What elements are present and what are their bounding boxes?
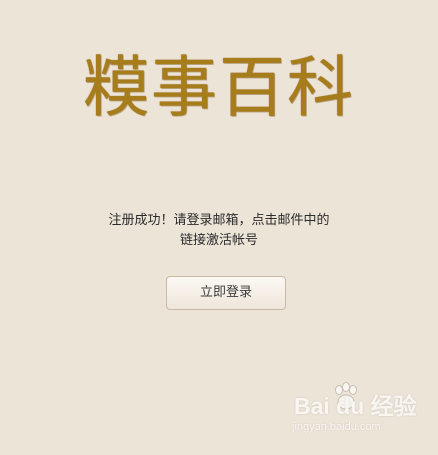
success-message-line-1: 注册成功！请登录邮箱，点击邮件中的 [108, 213, 330, 228]
success-message: 注册成功！请登录邮箱，点击邮件中的 链接激活帐号 [0, 211, 438, 251]
register-success-page: 糢事百科 注册成功！请登录邮箱，点击邮件中的 链接激活帐号 立即登录 Bai d… [0, 0, 438, 455]
baidu-jingyan-watermark: Bai du 经验 jingyan.baidu.com [292, 382, 432, 442]
watermark-url-text: jingyan.baidu.com [292, 421, 381, 433]
success-message-line-2: 链接激活帐号 [179, 233, 258, 248]
login-now-button[interactable]: 立即登录 [166, 276, 286, 310]
site-title: 糢事百科 [83, 49, 355, 126]
watermark-brand-text: Bai du 经验 [294, 393, 417, 419]
